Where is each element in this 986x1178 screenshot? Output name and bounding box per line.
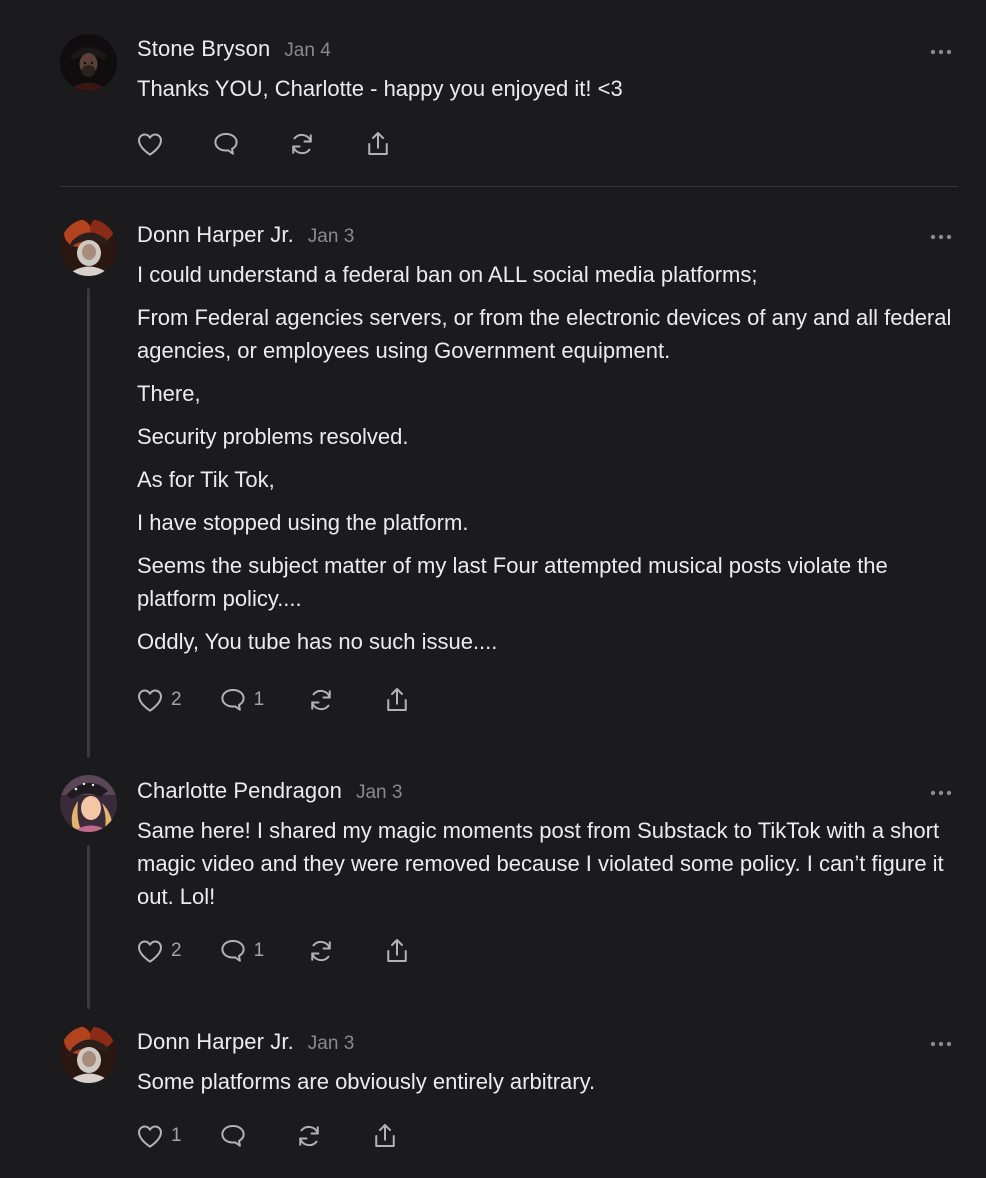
more-dots-icon[interactable] xyxy=(928,229,954,240)
reply-count: 1 xyxy=(253,689,265,710)
comment-paragraph: Some platforms are obviously entirely ar… xyxy=(137,1069,596,1094)
comment-actions: 1 xyxy=(135,1120,400,1152)
share-button[interactable] xyxy=(382,685,412,715)
restack-icon xyxy=(311,940,331,962)
comment-date[interactable]: Jan 4 xyxy=(284,40,330,61)
comment-paragraph: Security problems resolved. xyxy=(137,424,409,449)
like-button[interactable]: 2 xyxy=(135,936,182,966)
comment-date[interactable]: Jan 3 xyxy=(308,1033,354,1054)
thread-line xyxy=(87,845,90,1009)
reply-button[interactable] xyxy=(211,129,241,159)
comment-date[interactable]: Jan 3 xyxy=(356,782,402,803)
share-icon xyxy=(387,688,407,711)
comment-body: Thanks YOU, Charlotte - happy you enjoye… xyxy=(137,72,967,115)
more-dots-icon[interactable] xyxy=(928,785,954,796)
restack-button[interactable] xyxy=(306,685,336,715)
share-icon xyxy=(368,132,388,155)
comment-paragraph: Same here! I shared my magic moments pos… xyxy=(137,818,944,909)
share-button[interactable] xyxy=(370,1121,400,1151)
like-button[interactable]: 1 xyxy=(135,1121,182,1151)
comment-actions xyxy=(135,128,393,160)
author-name[interactable]: Donn Harper Jr. xyxy=(137,222,294,247)
comment-paragraph: As for Tik Tok, xyxy=(137,467,275,492)
comment-header: Charlotte Pendragon Jan 3 xyxy=(137,778,402,804)
reply-button[interactable]: 1 xyxy=(218,685,265,715)
like-count: 2 xyxy=(171,689,182,710)
comment-header: Donn Harper Jr. Jan 3 xyxy=(137,222,354,248)
restack-icon xyxy=(298,1125,319,1147)
restack-button[interactable] xyxy=(306,936,336,966)
restack-icon xyxy=(311,689,331,711)
reply-button[interactable] xyxy=(218,1121,248,1151)
comment-header: Stone Bryson Jan 4 xyxy=(137,36,331,62)
share-button[interactable] xyxy=(382,936,412,966)
reply-button[interactable]: 1 xyxy=(218,936,265,966)
heart-icon xyxy=(138,940,162,963)
heart-icon xyxy=(138,133,162,156)
share-icon xyxy=(374,1124,395,1147)
comment-paragraph: There, xyxy=(137,381,201,406)
comment-paragraph: I have stopped using the platform. xyxy=(137,510,469,535)
comment-actions: 2 1 xyxy=(135,684,412,716)
comment-paragraph: Oddly, You tube has no such issue.... xyxy=(137,629,498,654)
thread-line xyxy=(87,288,90,758)
more-dots-icon[interactable] xyxy=(928,1036,954,1047)
restack-icon xyxy=(292,133,312,155)
comment-body: Same here! I shared my magic moments pos… xyxy=(137,814,973,923)
comment-divider xyxy=(60,186,958,187)
comment-body: Some platforms are obviously entirely ar… xyxy=(137,1065,967,1108)
avatar-donn-harper[interactable] xyxy=(60,219,117,276)
comment-paragraph: I could understand a federal ban on ALL … xyxy=(137,262,758,287)
author-name[interactable]: Donn Harper Jr. xyxy=(137,1029,294,1054)
avatar-charlotte-pendragon[interactable] xyxy=(60,775,117,832)
like-count: 2 xyxy=(171,940,182,961)
speech-bubble-icon xyxy=(220,1125,245,1147)
like-count: 1 xyxy=(171,1125,182,1146)
like-button[interactable]: 2 xyxy=(135,685,182,715)
speech-bubble-icon xyxy=(220,689,245,711)
author-name[interactable]: Stone Bryson xyxy=(137,36,270,61)
restack-button[interactable] xyxy=(294,1121,324,1151)
heart-icon xyxy=(138,689,162,712)
avatar-stone-bryson[interactable] xyxy=(60,34,117,91)
comment-date[interactable]: Jan 3 xyxy=(308,226,354,247)
speech-bubble-icon xyxy=(220,940,245,962)
author-name[interactable]: Charlotte Pendragon xyxy=(137,778,342,803)
comment-actions: 2 1 xyxy=(135,935,412,967)
like-button[interactable] xyxy=(135,129,165,159)
comment-header: Donn Harper Jr. Jan 3 xyxy=(137,1029,354,1055)
heart-icon xyxy=(138,1125,162,1148)
comment-paragraph: From Federal agencies servers, or from t… xyxy=(137,305,952,363)
share-button[interactable] xyxy=(363,129,393,159)
avatar-donn-harper[interactable] xyxy=(60,1026,117,1083)
comment-body: I could understand a federal ban on ALL … xyxy=(137,258,967,668)
reply-count: 1 xyxy=(253,940,265,961)
comment-paragraph: Thanks YOU, Charlotte - happy you enjoye… xyxy=(137,76,623,101)
more-dots-icon[interactable] xyxy=(928,44,954,55)
speech-bubble-icon xyxy=(214,133,238,155)
share-icon xyxy=(387,939,407,962)
restack-button[interactable] xyxy=(287,129,317,159)
comment-paragraph: Seems the subject matter of my last Four… xyxy=(137,553,888,611)
